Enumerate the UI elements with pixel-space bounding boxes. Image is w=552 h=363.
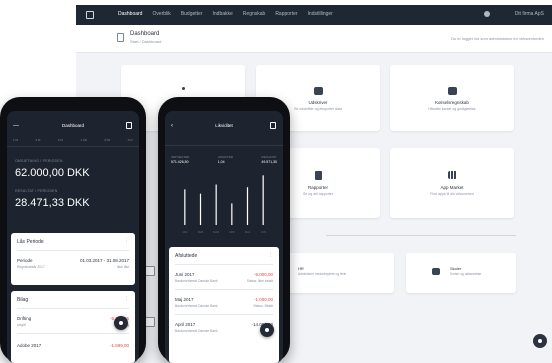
lock-period-card[interactable]: Lås Periode ⋮ Periode 01.03.2017 - 31.08… <box>11 233 135 285</box>
app-card-app-market[interactable]: App Market Find apps til din virksomhed <box>390 148 514 218</box>
app-card-schools[interactable]: Skoler Kurser og uddannelse <box>406 253 516 293</box>
app-card-title: App Market <box>440 185 464 190</box>
header-info-text: Du er logget ind som administrator for v… <box>451 36 544 41</box>
phone-liquidity-screen: ‹ Likviditet INDTÆGTER 571.426,50 UDGIFTE… <box>165 111 283 363</box>
row-sub: Bankoverførsel Danske Bank <box>175 279 218 283</box>
tab-all[interactable]: ALT <box>128 138 133 142</box>
section-divider <box>326 235 516 236</box>
report-icon <box>315 171 322 180</box>
phone-dashboard-screen: — Dashboard 1 M 3 M 6 M 1 ÅR ÅTD ALT OMS… <box>7 111 139 363</box>
calendar-icon[interactable] <box>126 122 132 129</box>
menu-settings[interactable]: Indstillinger <box>308 11 333 17</box>
card-title: Afsluttede <box>175 253 198 259</box>
app-card-hr[interactable]: HR Administrer medarbejdere og ferie <box>276 253 394 293</box>
tab-1y[interactable]: 1 ÅR <box>80 138 87 142</box>
chart-tick-label: MAJ <box>245 230 251 234</box>
phone-title: Dashboard <box>61 123 84 128</box>
stage: Dashboard Overblik Budgetter Indbakke Re… <box>0 0 552 363</box>
chart-tick-label: JAN <box>182 230 187 234</box>
phone-nav-bar: — Dashboard <box>7 111 139 135</box>
divider <box>17 333 129 334</box>
menu-overview[interactable]: Overblik <box>152 11 170 17</box>
page-title: Dashboard <box>130 31 160 37</box>
row-value: 01.03.2017 - 31.08.2017 <box>79 258 129 263</box>
menu-reports[interactable]: Rapporter <box>275 11 297 17</box>
app-card-title: Kørselsregnskab <box>435 100 469 105</box>
notification-icon[interactable] <box>484 11 490 17</box>
user-menu[interactable]: Dit firma ApS <box>515 11 544 17</box>
printer-icon <box>314 87 323 95</box>
row-sub-right: Status: Betalt <box>253 304 273 308</box>
tab-1m[interactable]: 1 M <box>13 138 18 142</box>
graduation-icon <box>432 268 440 275</box>
more-icon[interactable]: ⋮ <box>124 238 129 244</box>
add-fab-button[interactable] <box>260 323 274 337</box>
desktop-window: Dashboard Overblik Budgetter Indbakke Re… <box>76 5 552 363</box>
main-menu: Dashboard Overblik Budgetter Indbakke Re… <box>118 11 333 17</box>
menu-inbox[interactable]: Indbakke <box>213 11 233 17</box>
divider <box>175 289 273 290</box>
row-label: Juni 2017 <box>175 272 195 277</box>
row-sub-right: Ikke låst <box>116 265 129 269</box>
menu-accounting[interactable]: Regnskab <box>243 11 266 17</box>
tab-ytd[interactable]: ÅTD <box>104 138 110 142</box>
app-card-driving[interactable]: Kørselsregnskab Håndter kørsel og godtgø… <box>390 65 514 131</box>
chart-tick-label: FEB <box>198 230 204 234</box>
grid-icon <box>448 171 457 179</box>
row-sub: Regnskabsår 2017 <box>17 265 45 269</box>
chart-tick-label: JUN <box>260 230 265 234</box>
row-label: Drifting <box>17 316 32 321</box>
app-logo-icon[interactable] <box>86 11 94 19</box>
row-value: -5.000,00 <box>253 272 273 277</box>
phone-dashboard: — Dashboard 1 M 3 M 6 M 1 ÅR ÅTD ALT OMS… <box>0 97 146 363</box>
phone-liquidity: ‹ Likviditet INDTÆGTER 571.426,50 UDGIFTE… <box>158 97 290 363</box>
row-sub: Bankoverførsel Danske Bank <box>175 304 218 308</box>
result-label: RESULTAT I PERIODEN <box>15 189 58 193</box>
row-sub: Udgift <box>17 323 26 327</box>
app-card-subtitle: Håndter kørsel og godtgørelse <box>428 107 476 111</box>
result-value: 28.471,33 DKK <box>15 197 90 209</box>
app-card-title: HR <box>298 266 304 271</box>
breadcrumb: Start / Dashboard <box>130 39 162 44</box>
row-value: -1.000,00 <box>253 297 273 302</box>
row-sub-right: Status: Ikke betalt <box>246 279 273 283</box>
revenue-label: OMSÆTNING I PERIODEN <box>15 159 63 163</box>
divider <box>175 264 273 265</box>
row-label: Adobe 2017 <box>17 343 42 348</box>
divider <box>7 146 139 147</box>
app-card-subtitle: Find apps til din virksomhed <box>430 192 474 196</box>
closed-periods-card[interactable]: Afsluttede ⋮ Juni 2017 -5.000,00 Bankove… <box>169 247 279 363</box>
app-card-subtitle: Administrer medarbejdere og ferie <box>298 272 347 276</box>
row-sub: Bankoverførsel Danske Bank <box>175 329 218 333</box>
tab-6m[interactable]: 6 M <box>58 138 63 142</box>
help-fab-button[interactable] <box>533 334 547 348</box>
row-label: Maj 2017 <box>175 297 194 302</box>
chart-tick-label: MAR <box>213 230 219 234</box>
app-card-subtitle: Kurser og uddannelse <box>450 272 482 276</box>
card-title: Bilag <box>17 297 29 303</box>
more-icon[interactable]: ⋮ <box>268 252 273 258</box>
top-navigation-bar: Dashboard Overblik Budgetter Indbakke Re… <box>76 5 552 25</box>
row-value: -1.699,00 <box>109 343 129 348</box>
car-icon <box>448 87 457 95</box>
divider <box>175 314 273 315</box>
divider <box>17 308 129 309</box>
page-header: Dashboard Start / Dashboard Du er logget… <box>76 25 552 53</box>
chart-tick-label: APR <box>229 230 235 234</box>
tab-3m[interactable]: 3 M <box>35 138 40 142</box>
dashboard-icon <box>117 33 124 42</box>
menu-dashboard[interactable]: Dashboard <box>118 11 142 17</box>
add-fab-button[interactable] <box>114 316 128 330</box>
liquidity-bar-chart: JAN FEB MAR APR MAJ JUN <box>182 175 266 234</box>
menu-budgets[interactable]: Budgetter <box>181 11 203 17</box>
more-icon[interactable]: ⋮ <box>124 296 129 302</box>
revenue-value: 62.000,00 DKK <box>15 167 90 179</box>
dot-icon <box>182 87 185 90</box>
card-title: Lås Periode <box>17 239 44 245</box>
app-card-title: Skoler <box>450 266 462 271</box>
divider <box>17 250 129 251</box>
period-tabs: 1 M 3 M 6 M 1 ÅR ÅTD ALT <box>13 138 133 142</box>
row-label: Periode <box>17 258 33 263</box>
row-label: April 2017 <box>175 322 196 327</box>
